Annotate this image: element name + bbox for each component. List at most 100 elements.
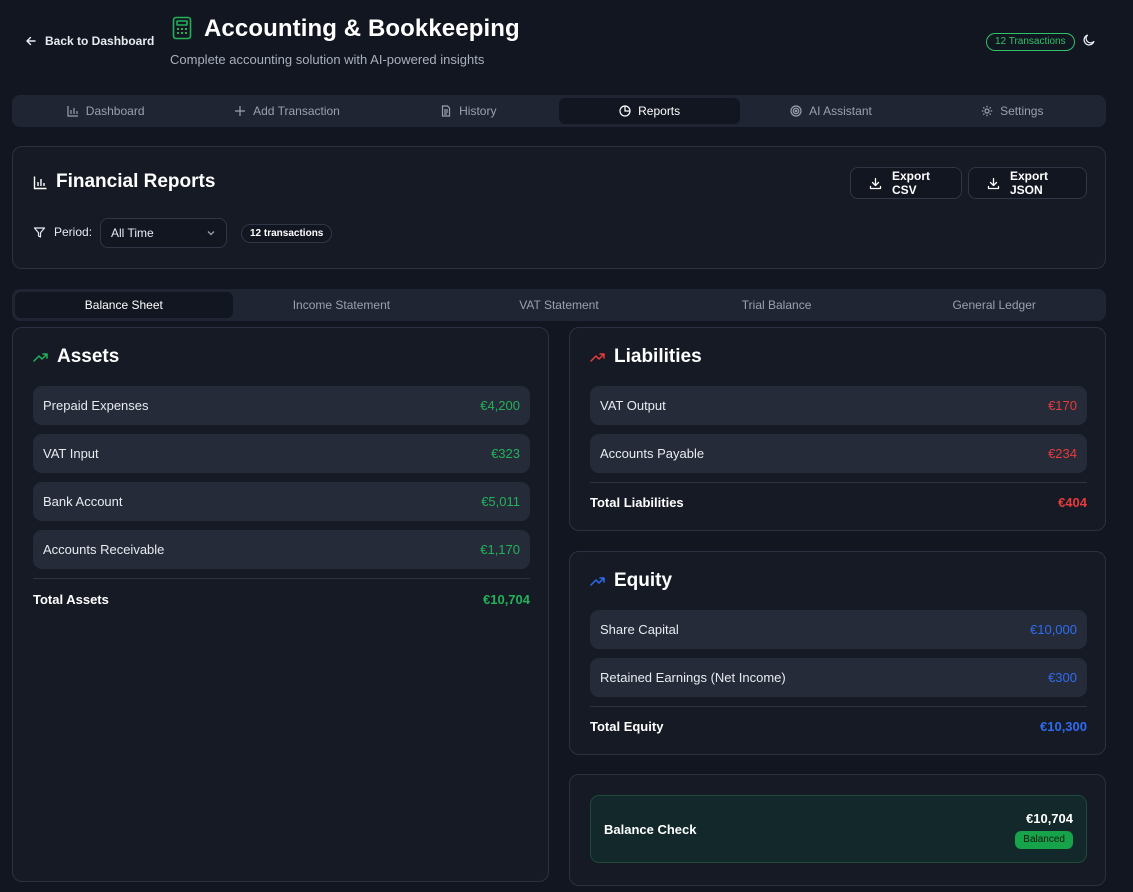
moon-icon bbox=[1082, 33, 1096, 47]
plus-icon bbox=[234, 105, 246, 117]
list-item: Bank Account €5,011 bbox=[33, 482, 530, 521]
tab-income-statement[interactable]: Income Statement bbox=[233, 292, 451, 318]
nav-label: Reports bbox=[638, 104, 681, 118]
nav-tab-add-transaction[interactable]: Add Transaction bbox=[196, 98, 377, 124]
list-item: Accounts Receivable €1,170 bbox=[33, 530, 530, 569]
calculator-icon bbox=[172, 16, 192, 40]
total-row: Total Equity €10,300 bbox=[590, 719, 1087, 734]
nav-tab-settings[interactable]: Settings bbox=[922, 98, 1103, 124]
nav-tab-ai-assistant[interactable]: AI Assistant bbox=[740, 98, 921, 124]
divider bbox=[590, 482, 1087, 483]
export-json-button[interactable]: Export JSON bbox=[968, 167, 1087, 199]
page-title: Accounting & Bookkeeping bbox=[204, 15, 520, 42]
tab-balance-sheet[interactable]: Balance Sheet bbox=[15, 292, 233, 318]
nav-label: Add Transaction bbox=[253, 104, 340, 118]
period-select-value: All Time bbox=[111, 226, 154, 240]
equity-label: Equity bbox=[614, 570, 673, 591]
theme-toggle-button[interactable] bbox=[1082, 33, 1096, 47]
export-csv-label: Export CSV bbox=[892, 169, 931, 197]
account-amount: €300 bbox=[1048, 670, 1077, 685]
total-row: Total Assets €10,704 bbox=[33, 592, 530, 607]
nav-label: AI Assistant bbox=[809, 104, 872, 118]
account-amount: €1,170 bbox=[480, 542, 520, 557]
balance-check-card: Balance Check €10,704 Balanced bbox=[569, 774, 1106, 886]
list-item: Retained Earnings (Net Income) €300 bbox=[590, 658, 1087, 697]
arrow-left-icon bbox=[25, 35, 37, 47]
account-amount: €170 bbox=[1048, 398, 1077, 413]
total-label: Total Liabilities bbox=[590, 495, 684, 510]
nav-tab-history[interactable]: History bbox=[378, 98, 559, 124]
total-amount: €10,704 bbox=[483, 592, 530, 607]
account-amount: €10,000 bbox=[1030, 622, 1077, 637]
account-amount: €234 bbox=[1048, 446, 1077, 461]
nav-tab-reports[interactable]: Reports bbox=[558, 98, 741, 124]
tab-vat-statement[interactable]: VAT Statement bbox=[450, 292, 668, 318]
period-filter-label: Period: bbox=[33, 225, 92, 239]
list-item: Share Capital €10,000 bbox=[590, 610, 1087, 649]
tab-general-ledger[interactable]: General Ledger bbox=[885, 292, 1103, 318]
account-name: Accounts Receivable bbox=[43, 542, 165, 557]
divider bbox=[590, 706, 1087, 707]
document-icon bbox=[440, 105, 452, 117]
nav-label: Settings bbox=[1000, 104, 1044, 118]
account-name: VAT Output bbox=[600, 398, 666, 413]
total-amount: €10,300 bbox=[1040, 719, 1087, 734]
account-amount: €5,011 bbox=[481, 494, 520, 509]
balance-check-panel: Balance Check €10,704 Balanced bbox=[590, 795, 1087, 863]
assets-title: Assets bbox=[33, 346, 119, 368]
liabilities-card: Liabilities VAT Output €170 Accounts Pay… bbox=[569, 327, 1106, 531]
nav-tab-dashboard[interactable]: Dashboard bbox=[15, 98, 196, 124]
tab-trial-balance[interactable]: Trial Balance bbox=[668, 292, 886, 318]
balance-check-label: Balance Check bbox=[604, 822, 697, 837]
total-row: Total Liabilities €404 bbox=[590, 495, 1087, 510]
export-csv-button[interactable]: Export CSV bbox=[850, 167, 962, 199]
account-name: Share Capital bbox=[600, 622, 679, 637]
list-item: VAT Input €323 bbox=[33, 434, 530, 473]
financial-reports-card: Financial Reports Export CSV Export JSON… bbox=[12, 146, 1106, 269]
back-to-dashboard-link[interactable]: Back to Dashboard bbox=[25, 34, 154, 48]
divider bbox=[33, 578, 530, 579]
transactions-count-badge: 12 transactions bbox=[241, 224, 333, 243]
financial-reports-title: Financial Reports bbox=[33, 171, 215, 193]
nav-label: History bbox=[459, 104, 497, 118]
total-amount: €404 bbox=[1058, 495, 1087, 510]
liabilities-title: Liabilities bbox=[590, 346, 702, 368]
trending-up-icon bbox=[33, 351, 49, 363]
equity-card: Equity Share Capital €10,000 Retained Ea… bbox=[569, 551, 1106, 755]
report-tabs: Balance Sheet Income Statement VAT State… bbox=[12, 289, 1106, 321]
main-nav: Dashboard Add Transaction History Report… bbox=[12, 95, 1106, 127]
period-label: Period: bbox=[54, 225, 93, 239]
period-select[interactable]: All Time bbox=[100, 218, 227, 248]
balance-check-amount: €10,704 bbox=[1026, 811, 1073, 826]
download-icon bbox=[869, 177, 882, 190]
export-json-label: Export JSON bbox=[1010, 169, 1049, 197]
trending-up-icon bbox=[590, 351, 606, 363]
filter-icon bbox=[33, 226, 46, 239]
download-icon bbox=[987, 177, 1000, 190]
pie-chart-icon bbox=[619, 105, 631, 117]
account-name: Prepaid Expenses bbox=[43, 398, 149, 413]
nav-label: Dashboard bbox=[85, 104, 145, 118]
account-amount: €4,200 bbox=[480, 398, 520, 413]
bar-chart-icon bbox=[33, 175, 48, 190]
account-name: Bank Account bbox=[43, 494, 123, 509]
status-badge: Balanced bbox=[1015, 831, 1073, 849]
transactions-badge: 12 Transactions bbox=[986, 33, 1075, 51]
liabilities-label: Liabilities bbox=[614, 346, 702, 367]
account-name: VAT Input bbox=[43, 446, 99, 461]
back-label: Back to Dashboard bbox=[45, 34, 155, 48]
target-icon bbox=[790, 105, 802, 117]
assets-label: Assets bbox=[57, 346, 120, 367]
list-item: VAT Output €170 bbox=[590, 386, 1087, 425]
account-name: Accounts Payable bbox=[600, 446, 705, 461]
financial-reports-label: Financial Reports bbox=[56, 171, 216, 192]
total-label: Total Equity bbox=[590, 719, 664, 734]
page-subtitle: Complete accounting solution with AI-pow… bbox=[170, 52, 485, 67]
account-amount: €323 bbox=[491, 446, 520, 461]
list-item: Accounts Payable €234 bbox=[590, 434, 1087, 473]
chevron-down-icon bbox=[206, 228, 216, 238]
trending-up-icon bbox=[590, 575, 606, 587]
assets-card: Assets Prepaid Expenses €4,200 VAT Input… bbox=[12, 327, 549, 882]
total-label: Total Assets bbox=[33, 592, 109, 607]
equity-title: Equity bbox=[590, 570, 672, 592]
